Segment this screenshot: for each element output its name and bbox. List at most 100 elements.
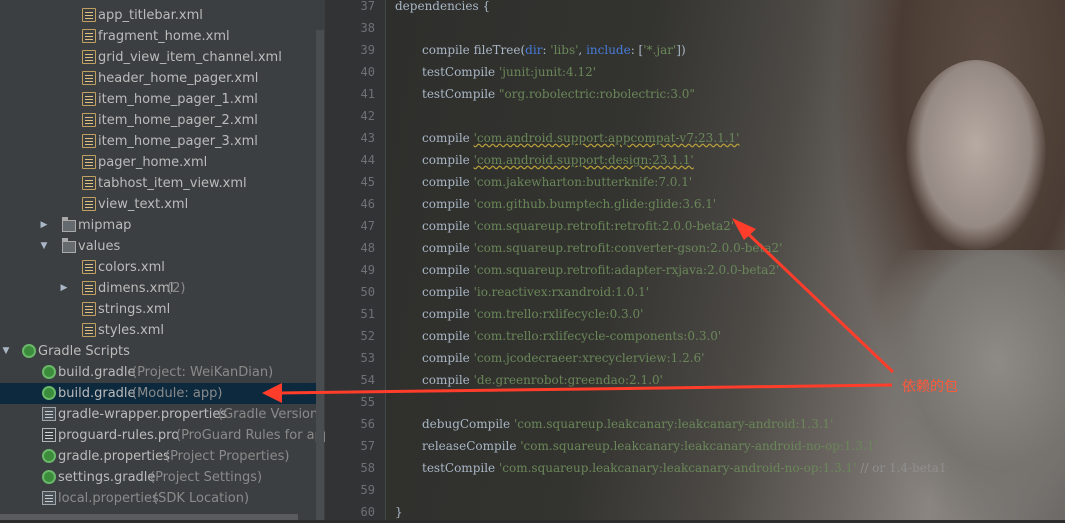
code-token: 'com.squareup.retrofit:adapter-rxjava:2.… <box>473 263 780 277</box>
xml-file-icon <box>82 323 96 337</box>
xml-file-icon <box>82 92 96 106</box>
line-number: 50 <box>360 285 375 299</box>
code-comment: // or 1.4-beta1 <box>856 461 947 475</box>
line-number: 48 <box>360 241 375 255</box>
line-number: 49 <box>360 263 375 277</box>
xml-file-icon <box>82 71 96 85</box>
code-token: 'com.squareup.leakcanary:leakcanary-andr… <box>513 417 834 431</box>
code-token: testCompile <box>422 87 499 101</box>
code-token: compile <box>422 307 474 321</box>
code-token: 'com.trello:rxlifecycle:0.3.0' <box>473 307 644 321</box>
collapse-arrow-icon[interactable]: ▼ <box>38 236 50 257</box>
tree-item-view-text[interactable]: view_text.xml <box>0 194 318 215</box>
line-number: 51 <box>360 307 375 321</box>
line-number: 53 <box>360 351 375 365</box>
tree-item-proguard-rules[interactable]: proguard-rules.pro (ProGuard Rules for a… <box>0 425 325 446</box>
line-number: 47 <box>360 219 375 233</box>
line-number: 45 <box>360 175 375 189</box>
tree-item-label: proguard-rules.pro <box>58 428 180 443</box>
code-line: releaseCompile 'com.squareup.leakcanary:… <box>422 435 878 457</box>
tree-item-count: (2) <box>167 281 186 296</box>
tree-item-label: view_text.xml <box>98 197 189 212</box>
tree-item-settings-gradle[interactable]: settings.gradle (Project Settings) <box>0 467 318 488</box>
line-number: 55 <box>360 395 375 409</box>
tree-item-label: settings.gradle <box>58 470 156 485</box>
collapse-arrow-icon[interactable]: ▼ <box>0 341 12 362</box>
tree-item-tabhost-item-view[interactable]: tabhost_item_view.xml <box>0 173 318 194</box>
background-photo-face <box>906 60 1046 250</box>
code-token: 'com.github.bumptech.glide:glide:3.6.1' <box>473 197 717 211</box>
code-token: 'libs' <box>550 43 579 57</box>
line-number: 42 <box>360 109 375 123</box>
code-token: "org.robolectric:robolectric:3.0" <box>498 87 695 101</box>
xml-file-icon <box>82 260 96 274</box>
code-line: compile 'de.greenrobot:greendao:2.1.0' <box>422 369 663 391</box>
tree-item-header-home-pager[interactable]: header_home_pager.xml <box>0 68 318 89</box>
code-token: compile <box>422 329 474 343</box>
code-token: compile <box>422 131 474 145</box>
code-token: 'com.squareup.retrofit:converter-gson:2.… <box>473 241 783 255</box>
tree-item-mipmap[interactable]: ▶ mipmap <box>0 215 318 236</box>
tree-item-build-gradle-module[interactable]: build.gradle (Module: app) <box>0 383 318 404</box>
tree-item-gradle-scripts[interactable]: ▼ Gradle Scripts <box>0 341 318 362</box>
tree-item-label: Gradle Scripts <box>38 344 130 359</box>
tree-item-styles[interactable]: styles.xml <box>0 320 318 341</box>
code-token: debugCompile <box>422 417 514 431</box>
tree-item-hint: (SDK Location) <box>153 491 250 506</box>
line-number: 43 <box>360 131 375 145</box>
tree-item-label: dimens.xml <box>98 281 174 296</box>
tree-item-label: item_home_pager_2.xml <box>98 113 258 128</box>
tree-item-gradle-wrapper-properties[interactable]: gradle-wrapper.properties (Gradle Versio… <box>0 404 323 425</box>
expand-arrow-icon[interactable]: ▶ <box>58 278 70 299</box>
code-token: 'junit:junit:4.12' <box>498 65 597 79</box>
xml-file-icon <box>82 29 96 43</box>
code-line: compile 'com.jcodecraeer:xrecyclerview:1… <box>422 347 704 369</box>
code-token: ]) <box>676 43 686 57</box>
code-token: 'com.squareup.retrofit:retrofit:2.0.0-be… <box>473 219 735 233</box>
tree-item-colors[interactable]: colors.xml <box>0 257 318 278</box>
code-line: testCompile 'com.squareup.leakcanary:lea… <box>422 457 947 479</box>
code-token: releaseCompile <box>422 439 521 453</box>
tree-item-pager-home[interactable]: pager_home.xml <box>0 152 318 173</box>
tree-item-label: build.gradle <box>58 365 136 380</box>
xml-file-icon <box>82 155 96 169</box>
tree-item-build-gradle-project[interactable]: build.gradle (Project: WeiKanDian) <box>0 362 318 383</box>
tree-item-dimens[interactable]: ▶ dimens.xml (2) <box>0 278 318 299</box>
tree-item-local-properties[interactable]: local.properties (SDK Location) <box>0 488 318 509</box>
tree-item-label: local.properties <box>58 491 159 506</box>
xml-file-icon <box>82 113 96 127</box>
tree-item-strings[interactable]: strings.xml <box>0 299 318 320</box>
tree-vertical-scrollbar[interactable] <box>316 30 324 520</box>
gradle-icon <box>22 344 36 358</box>
tree-item-item-home-pager-3[interactable]: item_home_pager_3.xml <box>0 131 318 152</box>
tree-item-grid-view-item-channel[interactable]: grid_view_item_channel.xml <box>0 47 318 68</box>
folder-icon <box>62 238 76 253</box>
tree-item-item-home-pager-2[interactable]: item_home_pager_2.xml <box>0 110 318 131</box>
code-line: debugCompile 'com.squareup.leakcanary:le… <box>422 413 833 435</box>
code-token: include <box>586 43 631 57</box>
code-token: '*.jar' <box>643 43 677 57</box>
tree-item-gradle-properties[interactable]: gradle.properties (Project Properties) <box>0 446 318 467</box>
gradle-icon <box>42 365 56 379</box>
code-line: compile 'com.github.bumptech.glide:glide… <box>422 193 716 215</box>
tree-item-app-titlebar[interactable]: app_titlebar.xml <box>0 5 318 26</box>
code-line: compile 'com.squareup.retrofit:retrofit:… <box>422 215 734 237</box>
pro-file-icon <box>42 428 56 442</box>
tree-item-item-home-pager-1[interactable]: item_home_pager_1.xml <box>0 89 318 110</box>
code-line: compile 'com.android.support:design:23.1… <box>422 149 694 171</box>
tree-item-label: fragment_home.xml <box>98 29 230 44</box>
code-line: compile 'io.reactivex:rxandroid:1.0.1' <box>422 281 649 303</box>
expand-arrow-icon[interactable]: ▶ <box>38 215 50 236</box>
code-token: 'com.jcodecraeer:xrecyclerview:1.2.6' <box>473 351 705 365</box>
tree-item-label: item_home_pager_1.xml <box>98 92 258 107</box>
line-number: 39 <box>360 43 375 57</box>
code-line: compile 'com.android.support:appcompat-v… <box>422 127 739 149</box>
tree-item-fragment-home[interactable]: fragment_home.xml <box>0 26 318 47</box>
code-token: testCompile <box>422 65 499 79</box>
tree-item-hint: (Gradle Version) <box>218 407 324 422</box>
tree-horizontal-scrollbar[interactable] <box>0 514 298 520</box>
line-number: 37 <box>360 0 375 13</box>
code-token: dir <box>525 43 543 57</box>
tree-item-values[interactable]: ▼ values <box>0 236 318 257</box>
code-line: compile 'com.squareup.retrofit:adapter-r… <box>422 259 779 281</box>
